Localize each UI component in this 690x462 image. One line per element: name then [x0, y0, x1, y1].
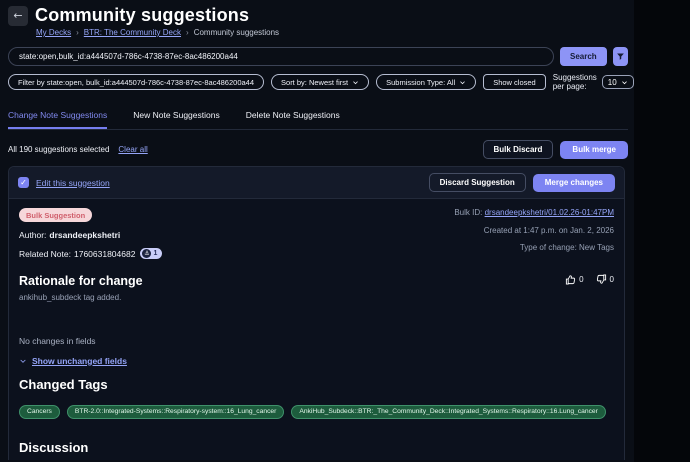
thumbs-down-icon [596, 274, 607, 285]
downvote-button[interactable]: 0 [596, 274, 614, 285]
suggestion-meta: Bulk Suggestion Author: drsandeepkshetri… [19, 208, 614, 261]
breadcrumb-link-deck[interactable]: BTR: The Community Deck [84, 28, 181, 37]
type-of-change-line: Type of change: New Tags [454, 243, 614, 252]
page-title: Community suggestions [35, 5, 249, 26]
breadcrumb: My Decks › BTR: The Community Deck › Com… [36, 28, 628, 37]
bulk-suggestion-badge: Bulk Suggestion [19, 208, 92, 222]
tag-pill: AnkiHub_Subdeck::BTR:_The_Community_Deck… [291, 405, 606, 419]
search-button[interactable]: Search [560, 47, 607, 66]
breadcrumb-separator: › [186, 28, 189, 37]
created-at-line: Created at 1:47 p.m. on Jan. 2, 2026 [454, 226, 614, 235]
bulk-selection-row: All 190 suggestions selected Clear all B… [8, 140, 628, 159]
related-note-count: 1 [153, 250, 157, 257]
chevron-down-icon [621, 79, 628, 86]
tab-delete-note-suggestions[interactable]: Delete Note Suggestions [246, 106, 340, 129]
breadcrumb-current: Community suggestions [194, 28, 279, 37]
breadcrumb-separator: › [76, 28, 79, 37]
changed-tags-row: Cancers BTR-2.0::Integrated-Systems::Res… [19, 405, 614, 419]
main-column: ← Community suggestions My Decks › BTR: … [0, 0, 634, 462]
bulk-merge-button[interactable]: Bulk merge [560, 141, 628, 159]
related-note-line: Related Note: 1760631804682 ⚓ 1 [19, 248, 162, 259]
tag-pill: Cancers [19, 405, 60, 419]
filter-by-chip[interactable]: Filter by state:open, bulk_id:a444507d-7… [8, 74, 264, 90]
show-unchanged-row: Show unchanged fields [19, 356, 614, 366]
rationale-header-row: Rationale for change 0 [19, 274, 614, 288]
discussion-title: Discussion [19, 440, 614, 455]
merge-changes-button[interactable]: Merge changes [533, 174, 615, 192]
tab-new-note-suggestions[interactable]: New Note Suggestions [133, 106, 219, 129]
search-input[interactable] [8, 47, 554, 66]
upvote-button[interactable]: 0 [565, 274, 583, 285]
author-label: Author: [19, 230, 46, 240]
vote-controls: 0 0 [565, 274, 614, 285]
bulk-id-label: Bulk ID: [454, 208, 482, 217]
bulk-id-line: Bulk ID: drsandeepkshetri/01.02.26-01:47… [454, 208, 614, 217]
suggestion-card-header: ✓ Edit this suggestion Discard Suggestio… [9, 167, 624, 199]
related-note-id: 1760631804682 [74, 249, 135, 259]
tab-change-note-suggestions[interactable]: Change Note Suggestions [8, 106, 107, 129]
rationale-title: Rationale for change [19, 274, 143, 288]
chevron-down-icon [352, 79, 359, 86]
no-changes-text: No changes in fields [19, 336, 614, 346]
per-page-select[interactable]: 10 [602, 75, 634, 89]
suggestion-checkbox[interactable]: ✓ [18, 177, 29, 188]
related-note-count-badge[interactable]: ⚓ 1 [140, 248, 162, 259]
rationale-text: ankihub_subdeck tag added. [19, 293, 614, 302]
search-row: Search [8, 47, 628, 66]
chevron-down-icon [19, 357, 27, 365]
breadcrumb-link-my-decks[interactable]: My Decks [36, 28, 71, 37]
sort-by-dropdown[interactable]: Sort by: Newest first [271, 74, 369, 90]
chevron-down-icon [459, 79, 466, 86]
clear-all-link[interactable]: Clear all [118, 145, 147, 154]
bulk-discard-button[interactable]: Bulk Discard [483, 140, 554, 159]
downvote-count: 0 [610, 275, 614, 284]
per-page-control: Suggestions per page: 10 [553, 73, 634, 91]
per-page-label: Suggestions per page: [553, 73, 597, 91]
author-name: drsandeepkshetri [49, 230, 120, 240]
submission-type-dropdown[interactable]: Submission Type: All [376, 74, 476, 90]
filter-chips-row: Filter by state:open, bulk_id:a444507d-7… [8, 73, 628, 91]
suggestion-meta-left: Bulk Suggestion Author: drsandeepkshetri… [19, 208, 162, 261]
submission-type-label: Submission Type: All [386, 78, 455, 87]
sort-by-label: Sort by: Newest first [281, 78, 348, 87]
suggestion-tabs: Change Note Suggestions New Note Suggest… [8, 106, 628, 130]
edit-suggestion-link[interactable]: Edit this suggestion [36, 178, 110, 188]
funnel-icon [616, 52, 625, 61]
thumbs-up-icon [565, 274, 576, 285]
selection-count-text: All 190 suggestions selected [8, 145, 109, 154]
tag-pill: BTR-2.0::Integrated-Systems::Respiratory… [67, 405, 284, 419]
suggestion-card: ✓ Edit this suggestion Discard Suggestio… [8, 166, 625, 460]
back-button[interactable]: ← [8, 6, 28, 26]
bulk-id-link[interactable]: drsandeepkshetri/01.02.26-01:47PM [485, 208, 614, 217]
show-unchanged-fields-link[interactable]: Show unchanged fields [32, 356, 127, 366]
filter-toggle-button[interactable] [613, 47, 628, 66]
author-line: Author: drsandeepkshetri [19, 230, 120, 240]
page-header: ← Community suggestions [8, 5, 628, 26]
changed-tags-title: Changed Tags [19, 377, 614, 392]
related-note-label: Related Note: [19, 249, 71, 259]
ankihub-anchor-icon: ⚓ [142, 249, 151, 258]
suggestion-meta-right: Bulk ID: drsandeepkshetri/01.02.26-01:47… [454, 208, 614, 261]
discard-suggestion-button[interactable]: Discard Suggestion [429, 173, 526, 192]
suggestion-card-body: Bulk Suggestion Author: drsandeepkshetri… [9, 199, 624, 460]
upvote-count: 0 [579, 275, 583, 284]
show-closed-button[interactable]: Show closed [483, 74, 546, 90]
per-page-value: 10 [608, 78, 617, 87]
